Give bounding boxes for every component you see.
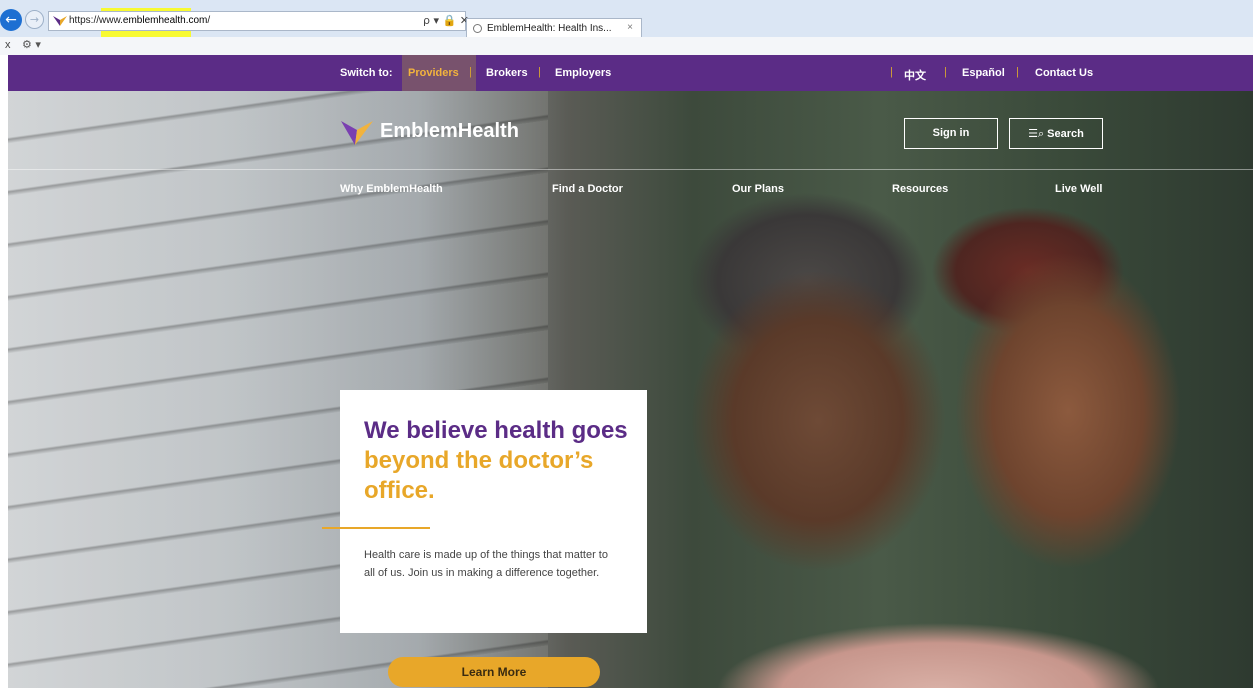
address-bar[interactable]: https://www.emblemhealth.com/ ρ ▾ 🔒 ✕ xyxy=(48,11,469,31)
back-arrow-icon: ← xyxy=(5,12,17,28)
search-label: Search xyxy=(1047,128,1084,140)
nav-find-a-doctor[interactable]: Find a Doctor xyxy=(552,183,623,195)
close-icon[interactable]: x xyxy=(5,39,11,51)
url-host: emblemhealth.com xyxy=(122,15,208,26)
hero-banner: EmblemHealth Sign in ☰⌕ Search Why Emblem… xyxy=(8,91,1253,688)
contact-us-link[interactable]: Contact Us xyxy=(1035,67,1093,79)
site-favicon-icon xyxy=(53,16,67,26)
separator: | xyxy=(469,66,472,78)
tab-title: EmblemHealth: Health Ins... xyxy=(487,23,612,34)
browser-tab[interactable]: EmblemHealth: Health Ins... × xyxy=(466,18,642,38)
tab-loading-icon xyxy=(473,24,482,33)
employers-link[interactable]: Employers xyxy=(555,67,611,79)
nav-resources[interactable]: Resources xyxy=(892,183,948,195)
back-button[interactable]: ← xyxy=(0,9,22,31)
emblemhealth-site: Switch to: Providers | Brokers | Employe… xyxy=(8,55,1253,688)
url-prefix: https://www. xyxy=(69,15,123,26)
headline-text: We believe health goes xyxy=(364,417,628,444)
sign-in-label: Sign in xyxy=(932,127,970,139)
browser-chrome: ← → https://www.emblemhealth.com/ ρ ▾ 🔒 … xyxy=(0,0,1253,55)
switch-to-label: Switch to: xyxy=(340,67,393,79)
favorites-bar: x ⚙ ▾ xyxy=(0,37,1253,55)
search-icon: ☰⌕ xyxy=(1028,127,1045,140)
learn-more-label: Learn More xyxy=(461,665,527,679)
nav-why-emblemhealth[interactable]: Why EmblemHealth xyxy=(340,183,443,195)
hero-headline: We believe health goes beyond the doctor… xyxy=(364,416,634,506)
chinese-language-link[interactable]: 中文 xyxy=(904,67,926,83)
accent-divider xyxy=(322,527,430,529)
emblemhealth-logo-icon[interactable] xyxy=(341,119,373,145)
nav-live-well[interactable]: Live Well xyxy=(1055,183,1102,195)
url-suffix: / xyxy=(207,15,211,26)
url-text[interactable]: https://www.emblemhealth.com/ xyxy=(69,15,210,26)
logo-text[interactable]: EmblemHealth xyxy=(380,120,519,143)
utility-bar: Switch to: Providers | Brokers | Employe… xyxy=(8,55,1253,100)
nav-our-plans[interactable]: Our Plans xyxy=(732,183,784,195)
separator: | xyxy=(1016,66,1019,78)
providers-link[interactable]: Providers xyxy=(408,67,459,79)
separator: | xyxy=(890,66,893,78)
learn-more-button[interactable]: Learn More xyxy=(388,657,600,687)
forward-arrow-icon: → xyxy=(29,13,40,26)
spanish-language-link[interactable]: Español xyxy=(962,67,1005,79)
header-divider xyxy=(8,169,1253,170)
forward-button[interactable]: → xyxy=(25,10,44,29)
brokers-link[interactable]: Brokers xyxy=(486,67,528,79)
hero-message-card: We believe health goes beyond the doctor… xyxy=(322,390,647,633)
hero-body-text: Health care is made up of the things tha… xyxy=(364,549,608,579)
separator: | xyxy=(538,66,541,78)
search-button[interactable]: ☰⌕ Search xyxy=(1009,118,1103,149)
separator: | xyxy=(944,66,947,78)
address-tools-icon[interactable]: ρ ▾ 🔒 ✕ xyxy=(423,14,469,27)
headline-accent-text: beyond the doctor’s office. xyxy=(364,447,594,504)
tab-close-icon[interactable]: × xyxy=(627,22,633,33)
gear-icon[interactable]: ⚙ ▾ xyxy=(22,38,41,51)
sign-in-button[interactable]: Sign in xyxy=(904,118,998,149)
